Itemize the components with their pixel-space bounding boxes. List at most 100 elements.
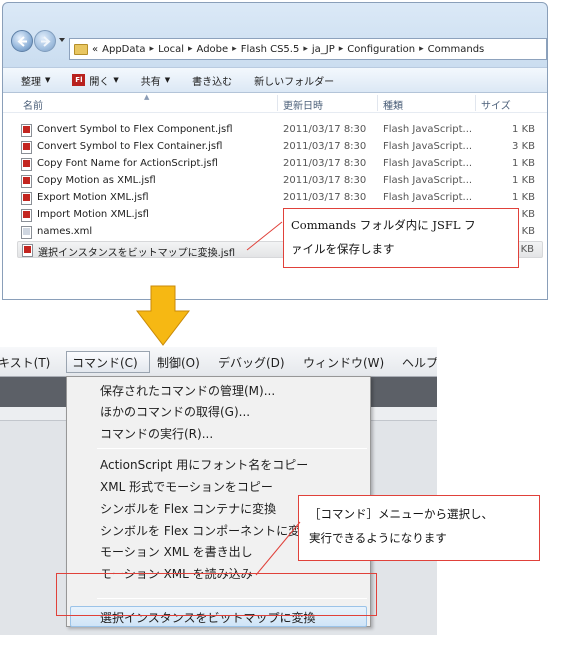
file-row[interactable]: Convert Symbol to Flex Component.jsfl 20…: [17, 122, 543, 139]
sort-ascending-icon: ▲: [144, 93, 150, 101]
breadcrumb-local[interactable]: Local: [158, 44, 184, 55]
file-name: Convert Symbol to Flex Component.jsfl: [37, 124, 233, 135]
folder-icon: [74, 43, 88, 55]
address-bar[interactable]: « AppData ▸ Local ▸ Adobe ▸ Flash CS5.5 …: [69, 38, 547, 60]
file-size: 3 KB: [512, 141, 535, 152]
breadcrumb-separator[interactable]: ▸: [339, 44, 344, 54]
file-size: KB: [520, 244, 534, 255]
menu-item-get-more[interactable]: ほかのコマンドの取得(G)...: [100, 403, 250, 420]
forward-button[interactable]: [34, 30, 56, 52]
breadcrumb-commands[interactable]: Commands: [428, 44, 485, 55]
file-name: 選択インスタンスをビットマップに変換.jsfl: [38, 248, 236, 259]
jsfl-file-icon: [21, 175, 32, 188]
organize-button[interactable]: 整理 ▼: [21, 73, 50, 88]
menu-help[interactable]: ヘルプ: [402, 354, 437, 371]
chevron-down-icon: ▼: [164, 76, 171, 84]
open-label: 開く: [89, 76, 110, 88]
column-divider[interactable]: [377, 95, 378, 111]
column-date[interactable]: 更新日時: [283, 97, 323, 112]
chevron-down-icon: ▼: [45, 76, 51, 84]
file-name: Import Motion XML.jsfl: [37, 209, 149, 220]
file-row[interactable]: Export Motion XML.jsfl 2011/03/17 8:30 F…: [17, 190, 543, 207]
file-name: Convert Symbol to Flex Container.jsfl: [37, 141, 223, 152]
column-name[interactable]: 名前: [23, 97, 43, 112]
xml-file-icon: [21, 226, 32, 239]
share-button[interactable]: 共有 ▼: [141, 73, 170, 88]
burn-button[interactable]: 書き込む: [192, 73, 232, 88]
address-row: « AppData ▸ Local ▸ Adobe ▸ Flash CS5.5 …: [3, 3, 547, 60]
file-type: Flash JavaScript...: [383, 124, 473, 135]
new-folder-button[interactable]: 新しいフォルダー: [254, 73, 334, 88]
callout-text-line: ァイルを保存します: [291, 242, 395, 256]
file-date: 2011/03/17 8:30: [283, 158, 367, 169]
jsfl-file-icon: [21, 209, 32, 222]
menu-window[interactable]: ウィンドウ(W): [303, 354, 384, 371]
file-name: Copy Motion as XML.jsfl: [37, 175, 156, 186]
new-folder-label: 新しいフォルダー: [254, 76, 335, 88]
file-row[interactable]: Convert Symbol to Flex Container.jsfl 20…: [17, 139, 543, 156]
file-date: 2011/03/17 8:30: [283, 124, 367, 135]
breadcrumb-adobe[interactable]: Adobe: [197, 44, 229, 55]
breadcrumb-appdata[interactable]: AppData: [102, 44, 145, 55]
file-name: names.xml: [37, 226, 93, 237]
menu-control[interactable]: 制御(O): [157, 354, 200, 371]
column-type[interactable]: 種類: [383, 97, 403, 112]
share-label: 共有: [140, 76, 161, 88]
file-size: 1 KB: [512, 124, 535, 135]
file-row[interactable]: Copy Font Name for ActionScript.jsfl 201…: [17, 156, 543, 173]
breadcrumb-separator[interactable]: ▸: [150, 44, 155, 54]
file-name: Copy Font Name for ActionScript.jsfl: [37, 158, 218, 169]
menu-item-to-container[interactable]: シンボルを Flex コンテナに変換: [100, 500, 276, 517]
menu-item-to-component[interactable]: シンボルを Flex コンポーネントに変: [100, 522, 300, 539]
organize-label: 整理: [21, 76, 41, 88]
breadcrumb-configuration[interactable]: Configuration: [347, 44, 415, 55]
menu-debug[interactable]: デバッグ(D): [218, 354, 285, 371]
open-button[interactable]: Fl 開く ▼: [72, 73, 119, 88]
column-divider[interactable]: [277, 95, 278, 111]
file-row[interactable]: Copy Motion as XML.jsfl 2011/03/17 8:30 …: [17, 173, 543, 190]
burn-label: 書き込む: [192, 76, 233, 88]
menu-item-copy-motion[interactable]: XML 形式でモーションをコピー: [100, 478, 273, 495]
chevron-down-icon: ▼: [113, 76, 119, 84]
file-type: Flash JavaScript...: [383, 192, 473, 203]
breadcrumb-separator[interactable]: ▸: [419, 44, 424, 54]
file-name: Export Motion XML.jsfl: [37, 192, 149, 203]
breadcrumb-separator[interactable]: ▸: [303, 44, 308, 54]
jsfl-file-icon: [21, 158, 32, 171]
breadcrumb-ja-jp[interactable]: ja_JP: [312, 44, 335, 55]
breadcrumb-separator[interactable]: ▸: [232, 44, 237, 54]
back-button[interactable]: [11, 30, 33, 52]
file-list: 名前 ▲ 更新日時 種類 サイズ Convert Symbol to Flex …: [3, 93, 547, 299]
menu-text[interactable]: キスト(T): [0, 354, 50, 371]
menu-item-copy-font[interactable]: ActionScript 用にフォント名をコピー: [100, 456, 308, 473]
file-date: 2011/03/17 8:30: [283, 192, 367, 203]
callout-text-line: ［コマンド］メニューから選択し、: [309, 507, 493, 521]
flash-app-icon: Fl: [72, 74, 86, 86]
file-type: Flash JavaScript...: [383, 141, 473, 152]
file-size: 1 KB: [512, 175, 535, 186]
highlight-frame: [56, 573, 377, 616]
breadcrumb-flash[interactable]: Flash CS5.5: [241, 44, 300, 55]
file-size: KB: [521, 209, 535, 220]
menu-commands[interactable]: コマンド(C): [72, 354, 138, 371]
menu-item-manage[interactable]: 保存されたコマンドの管理(M)...: [100, 382, 275, 399]
menu-bar: キスト(T) コマンド(C) 制御(O) デバッグ(D) ウィンドウ(W) ヘル…: [0, 347, 437, 377]
command-bar: 整理 ▼ Fl 開く ▼ 共有 ▼ 書き込む 新しいフォルダー: [3, 67, 547, 93]
menu-item-run[interactable]: コマンドの実行(R)...: [100, 425, 213, 442]
jsfl-file-icon: [21, 192, 32, 205]
breadcrumb-overflow[interactable]: «: [92, 44, 98, 55]
column-size[interactable]: サイズ: [481, 97, 511, 112]
file-type: Flash JavaScript...: [383, 175, 473, 186]
jsfl-file-icon: [21, 124, 32, 137]
callout-text-line: Commands フォルダ内に JSFL フ: [291, 218, 476, 232]
history-dropdown-icon[interactable]: [58, 36, 66, 44]
file-date: 2011/03/17 8:30: [283, 141, 367, 152]
file-size: KB: [521, 226, 535, 237]
back-arrow-icon: [17, 36, 27, 47]
jsfl-file-icon: [22, 244, 33, 257]
callout-text-line: 実行できるようになります: [309, 531, 447, 545]
column-divider[interactable]: [475, 95, 476, 111]
column-headers: 名前 ▲ 更新日時 種類 サイズ: [3, 93, 547, 113]
breadcrumb-separator[interactable]: ▸: [188, 44, 193, 54]
menu-item-export-motion[interactable]: モーション XML を書き出し: [100, 543, 253, 560]
